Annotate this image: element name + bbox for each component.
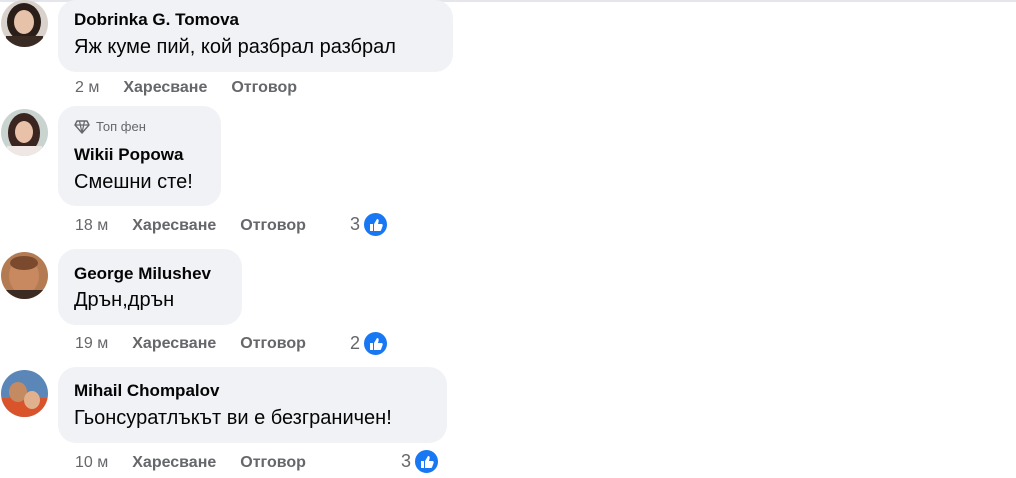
comment-author[interactable]: Wikii Popowa xyxy=(74,145,183,165)
comment-bubble: George Milushev Дрън,дрън xyxy=(58,249,242,325)
reaction-count: 2 xyxy=(350,333,361,353)
reaction-summary[interactable]: 2 xyxy=(350,330,390,357)
reaction-summary[interactable]: 3 xyxy=(350,211,390,238)
reaction-count: 3 xyxy=(350,214,361,234)
comment-bubble: Dobrinka G. Tomova Яж куме пий, кой разб… xyxy=(58,0,453,72)
comment-timestamp[interactable]: 18 м xyxy=(75,217,108,235)
comment-timestamp[interactable]: 10 м xyxy=(75,454,108,472)
comment-bubble: Mihail Chompalov Гьонсуратлъкът ви е без… xyxy=(58,367,447,443)
comment-text: Смешни сте! xyxy=(74,171,193,193)
reply-button[interactable]: Отговор xyxy=(231,79,297,97)
avatar[interactable] xyxy=(1,0,48,47)
like-button[interactable]: Харесване xyxy=(132,335,216,353)
comment-author[interactable]: Mihail Chompalov xyxy=(74,381,219,401)
thumbs-up-icon xyxy=(413,448,441,475)
comment-timestamp[interactable]: 2 м xyxy=(75,79,99,97)
reaction-summary[interactable]: 3 xyxy=(401,448,441,475)
comment-author[interactable]: Dobrinka G. Tomova xyxy=(74,10,239,30)
comment-actions: 19 м Харесване Отговор xyxy=(75,335,306,353)
reaction-count: 3 xyxy=(401,451,412,471)
thumbs-up-icon xyxy=(362,330,390,357)
like-button[interactable]: Харесване xyxy=(123,79,207,97)
avatar[interactable] xyxy=(1,370,48,417)
comment-timestamp[interactable]: 19 м xyxy=(75,335,108,353)
thumbs-up-icon xyxy=(362,211,390,238)
badge-label: Топ фен xyxy=(96,119,146,134)
avatar[interactable] xyxy=(1,109,48,156)
comment-bubble: Топ фен Wikii Popowa Смешни сте! xyxy=(58,106,221,206)
comment-actions: 10 м Харесване Отговор xyxy=(75,454,306,472)
reply-button[interactable]: Отговор xyxy=(240,217,306,235)
avatar[interactable] xyxy=(1,252,48,299)
reply-button[interactable]: Отговор xyxy=(240,335,306,353)
reply-button[interactable]: Отговор xyxy=(240,454,306,472)
top-fan-badge: Топ фен xyxy=(74,119,146,134)
comment-text: Гьонсуратлъкът ви е безграничен! xyxy=(74,407,392,429)
comment-actions: 2 м Харесване Отговор xyxy=(75,79,297,97)
comment-text: Яж куме пий, кой разбрал разбрал xyxy=(74,36,396,58)
comment-author[interactable]: George Milushev xyxy=(74,264,211,284)
comment-text: Дрън,дрън xyxy=(74,289,175,311)
like-button[interactable]: Харесване xyxy=(132,454,216,472)
comment-actions: 18 м Харесване Отговор xyxy=(75,217,306,235)
like-button[interactable]: Харесване xyxy=(132,217,216,235)
diamond-icon xyxy=(74,119,90,134)
